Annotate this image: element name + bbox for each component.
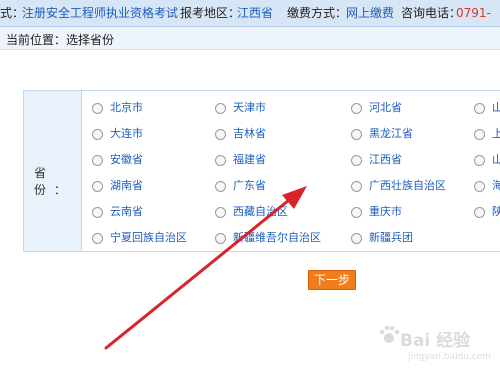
radio-button[interactable]: [92, 233, 103, 244]
province-label: 省 份：: [34, 166, 75, 197]
region-value: 江西省: [237, 6, 274, 20]
radio-button[interactable]: [474, 155, 485, 166]
radio-button[interactable]: [351, 233, 362, 244]
radio-button[interactable]: [351, 207, 362, 218]
radio-button[interactable]: [215, 129, 226, 140]
radio-button[interactable]: [215, 207, 226, 218]
breadcrumb-text: 当前位置：选择省份: [6, 33, 115, 47]
exam-type-value: 注册安全工程师执业资格考试: [22, 6, 179, 20]
radio-button[interactable]: [474, 129, 485, 140]
radio-button[interactable]: [351, 129, 362, 140]
exam-info-bar: 式： 注册安全工程师执业资格考试 报考地区： 江西省 缴费方式： 网上缴费 咨询…: [0, 0, 500, 27]
watermark-url: jingyan.baidu.com: [408, 352, 492, 362]
baidu-jingyan-watermark: Bai 经验 jingyan.baidu.com: [378, 322, 496, 370]
watermark-text: Bai 经验: [400, 331, 471, 351]
radio-button[interactable]: [92, 129, 103, 140]
radio-button[interactable]: [215, 155, 226, 166]
radio-button[interactable]: [474, 181, 485, 192]
province-label-cell: 省 份：: [24, 91, 82, 251]
radio-button[interactable]: [215, 181, 226, 192]
phone-value: 0791-: [456, 6, 491, 20]
radio-button[interactable]: [215, 233, 226, 244]
exam-type-label: 式：: [0, 6, 25, 20]
payment-value: 网上缴费: [346, 6, 395, 20]
radio-button[interactable]: [92, 207, 103, 218]
radio-button[interactable]: [351, 181, 362, 192]
province-selection-panel: 省 份： 北京市 天津市 河北省 山 大连市 吉林省 黑龙江省 上 安徽省 福建…: [23, 90, 500, 252]
radio-button[interactable]: [474, 103, 485, 114]
region-label: 报考地区：: [180, 6, 241, 20]
paw-icon: [379, 325, 400, 343]
phone-label: 咨询电话：: [401, 6, 462, 20]
payment-label: 缴费方式：: [287, 6, 348, 20]
radio-button[interactable]: [92, 103, 103, 114]
radio-button[interactable]: [92, 181, 103, 192]
radio-button[interactable]: [351, 103, 362, 114]
radio-button[interactable]: [215, 103, 226, 114]
radio-button[interactable]: [351, 155, 362, 166]
radio-button[interactable]: [92, 155, 103, 166]
breadcrumb: 当前位置：选择省份: [0, 27, 500, 50]
radio-button[interactable]: [474, 207, 485, 218]
next-step-button[interactable]: 下一步: [308, 270, 356, 290]
